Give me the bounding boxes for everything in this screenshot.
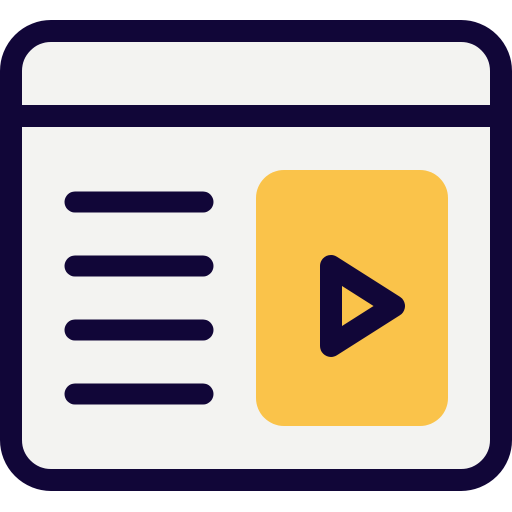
web-video-page-icon: [0, 20, 512, 491]
video-thumbnail: [256, 170, 448, 426]
icon-canvas: [0, 0, 512, 512]
